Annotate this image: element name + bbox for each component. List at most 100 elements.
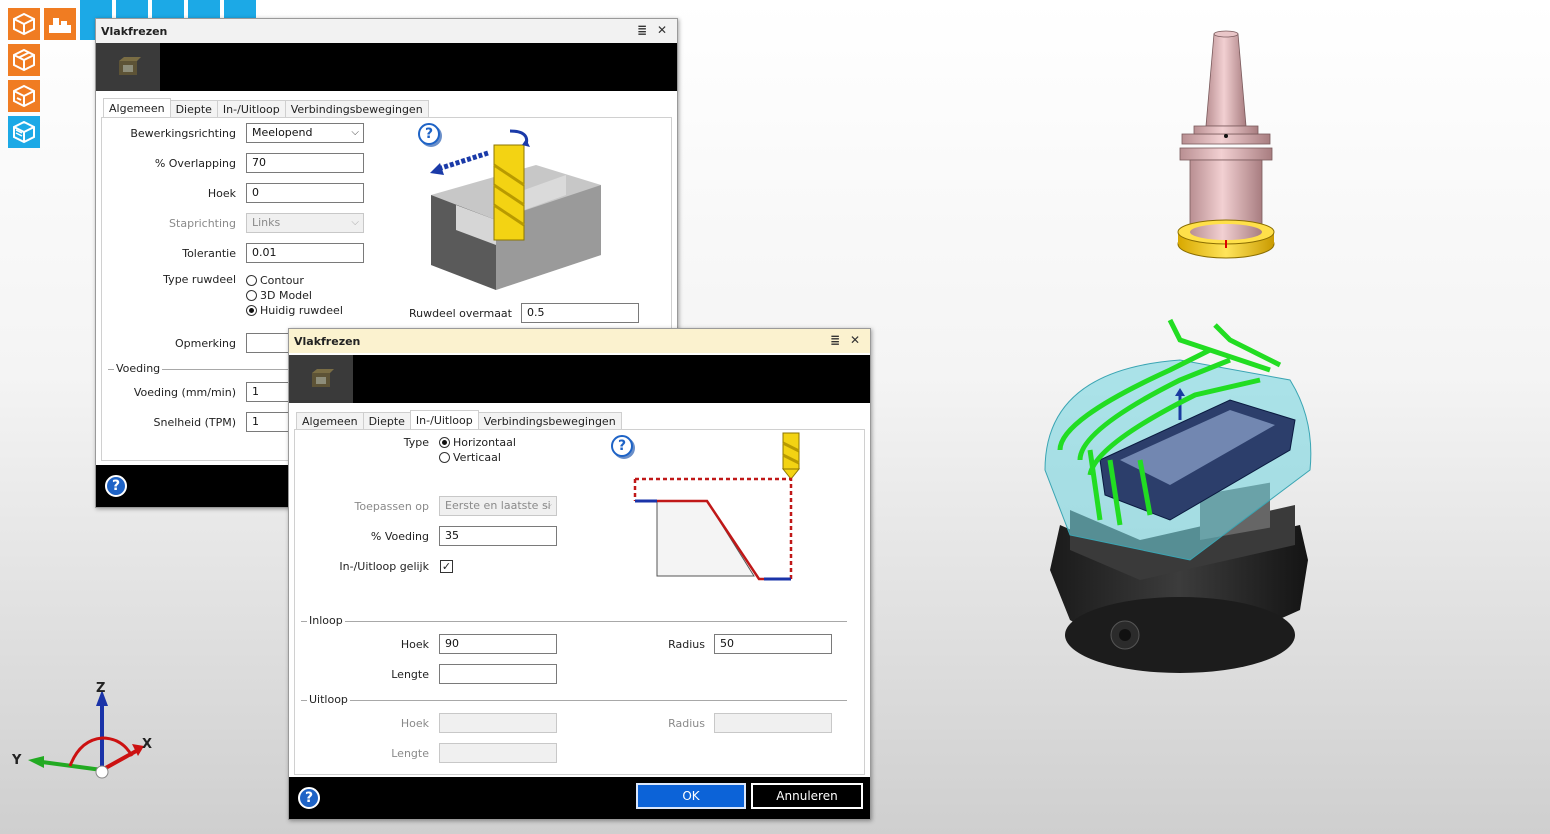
voeding-percent-label: % Voeding [370,530,429,543]
hoek-input[interactable]: 0 [246,183,364,203]
voeding-percent-input[interactable]: 35 [439,526,557,546]
close-icon[interactable]: ✕ [848,333,862,347]
radio-circle-selected [246,305,257,316]
radio-horizontaal[interactable]: Horizontaal [439,436,516,449]
uitloop-lengte-label: Lengte [391,747,429,760]
box-tool-button[interactable] [8,8,40,40]
inloop-lengte-input[interactable] [439,664,557,684]
axis-x-label: X [142,737,152,752]
radio-label: 3D Model [260,289,312,302]
type-ruwdeel-label: Type ruwdeel [163,273,236,286]
uitloop-lengte-input[interactable] [439,743,557,763]
tolerantie-input[interactable]: 0.01 [246,243,364,263]
radio-circle [246,275,257,286]
menu-icon[interactable]: ≣ [635,23,649,37]
layers-tool-button[interactable] [8,116,40,148]
ruwdeel-overmaat-input[interactable]: 0.5 [521,303,639,323]
in-uitloop-gelijk-checkbox[interactable]: ✓ [440,560,453,573]
ok-button[interactable]: OK [636,783,746,809]
chevron-down-icon: ⌵ [351,217,359,228]
axis-y-label: Y [11,753,22,768]
tab-verbindingsbewegingen[interactable]: Verbindingsbewegingen [284,100,429,118]
chevron-down-icon: ⌵ [544,500,552,511]
face-mill-icon [312,369,334,387]
step-milling-illustration [430,129,601,290]
stock-tool-button[interactable] [8,44,40,76]
tab-verbindingsbewegingen[interactable]: Verbindingsbewegingen [477,412,622,430]
lead-in-out-illustration [633,432,801,581]
close-icon[interactable]: ✕ [655,23,669,37]
tab-algemeen[interactable]: Algemeen [103,98,171,118]
voeding-label: Voeding (mm/min) [133,386,236,399]
uitloop-radius-input[interactable] [714,713,832,733]
hoek-label: Hoek [207,187,236,200]
axis-z-label: Z [96,681,105,696]
uitloop-hoek-label: Hoek [400,717,429,730]
tab-diepte[interactable]: Diepte [362,412,411,430]
help-button[interactable]: ? [298,787,320,809]
staprichting-label: Staprichting [169,217,236,230]
machine-icon [49,18,71,33]
dialog-titlebar[interactable]: Vlakfrezen ≣ ✕ [289,329,870,353]
stock-tool-button-2[interactable] [8,80,40,112]
radio-verticaal[interactable]: Verticaal [439,451,501,464]
uitloop-group-title: Uitloop [307,693,350,706]
radio-circle [439,452,450,463]
bewerkingsrichting-value: Meelopend [252,126,313,139]
operation-banner [289,355,870,403]
voeding-group-title: Voeding [114,362,163,375]
tab-in-uitloop[interactable]: In-/Uitloop [216,100,286,118]
radio-label: Horizontaal [453,436,516,449]
menu-icon[interactable]: ≣ [828,333,842,347]
dialog-footer: ? OK Annuleren [289,777,870,819]
radio-label: Huidig ruwdeel [260,304,343,317]
uitloop-group-line [301,700,847,701]
machine-tool-button[interactable] [44,8,76,40]
snelheid-label: Snelheid (TPM) [153,416,236,429]
chevron-down-icon: ⌵ [351,127,359,138]
tab-in-uitloop[interactable]: In-/Uitloop [409,410,479,430]
inloop-group-line [301,621,847,622]
help-button[interactable]: ? [105,475,127,497]
radio-huidig-ruwdeel[interactable]: Huidig ruwdeel [246,304,343,317]
radio-3d-model[interactable]: 3D Model [246,289,312,302]
inloop-lengte-label: Lengte [391,668,429,681]
tool-holder-model [1177,30,1275,259]
inloop-hoek-input[interactable]: 90 [439,634,557,654]
type-label: Type [403,436,429,449]
radio-contour[interactable]: Contour [246,274,304,287]
cancel-button[interactable]: Annuleren [751,783,863,809]
staprichting-select[interactable]: Links ⌵ [246,213,364,233]
uitloop-hoek-input[interactable] [439,713,557,733]
overlapping-label: % Overlapping [154,157,236,170]
layers-box-icon [13,120,35,144]
tab-algemeen[interactable]: Algemeen [296,412,364,430]
operation-banner [96,43,677,91]
toepassen-op-select[interactable]: Eerste en laatste si ⌵ [439,496,557,516]
tab-diepte[interactable]: Diepte [169,100,218,118]
dialog-title: Vlakfrezen [294,334,361,348]
ruwdeel-overmaat-label: Ruwdeel overmaat [408,307,512,320]
inloop-group-title: Inloop [307,614,345,627]
tab-bar: Algemeen Diepte In-/Uitloop Verbindingsb… [296,410,622,430]
overlapping-input[interactable]: 70 [246,153,364,173]
axis-triad: Z X Y [11,681,152,779]
inloop-hoek-label: Hoek [400,638,429,651]
box-icon [13,12,35,36]
radio-circle [246,290,257,301]
operation-thumbnail [96,43,160,91]
dialog-title: Vlakfrezen [101,24,168,38]
dialog-titlebar[interactable]: Vlakfrezen ≣ ✕ [96,19,677,43]
inloop-radius-label: Radius [668,638,705,651]
uitloop-radius-label: Radius [668,717,705,730]
opmerking-label: Opmerking [174,337,236,350]
in-uitloop-gelijk-label: In-/Uitloop gelijk [339,560,429,573]
radio-label: Contour [260,274,304,287]
inloop-radius-input[interactable]: 50 [714,634,832,654]
operation-thumbnail [289,355,353,403]
stock-box-icon [13,48,35,72]
vise-model-with-toolpath [1044,318,1312,673]
bewerkingsrichting-label: Bewerkingsrichting [130,127,236,140]
radio-label: Verticaal [453,451,501,464]
bewerkingsrichting-select[interactable]: Meelopend ⌵ [246,123,364,143]
